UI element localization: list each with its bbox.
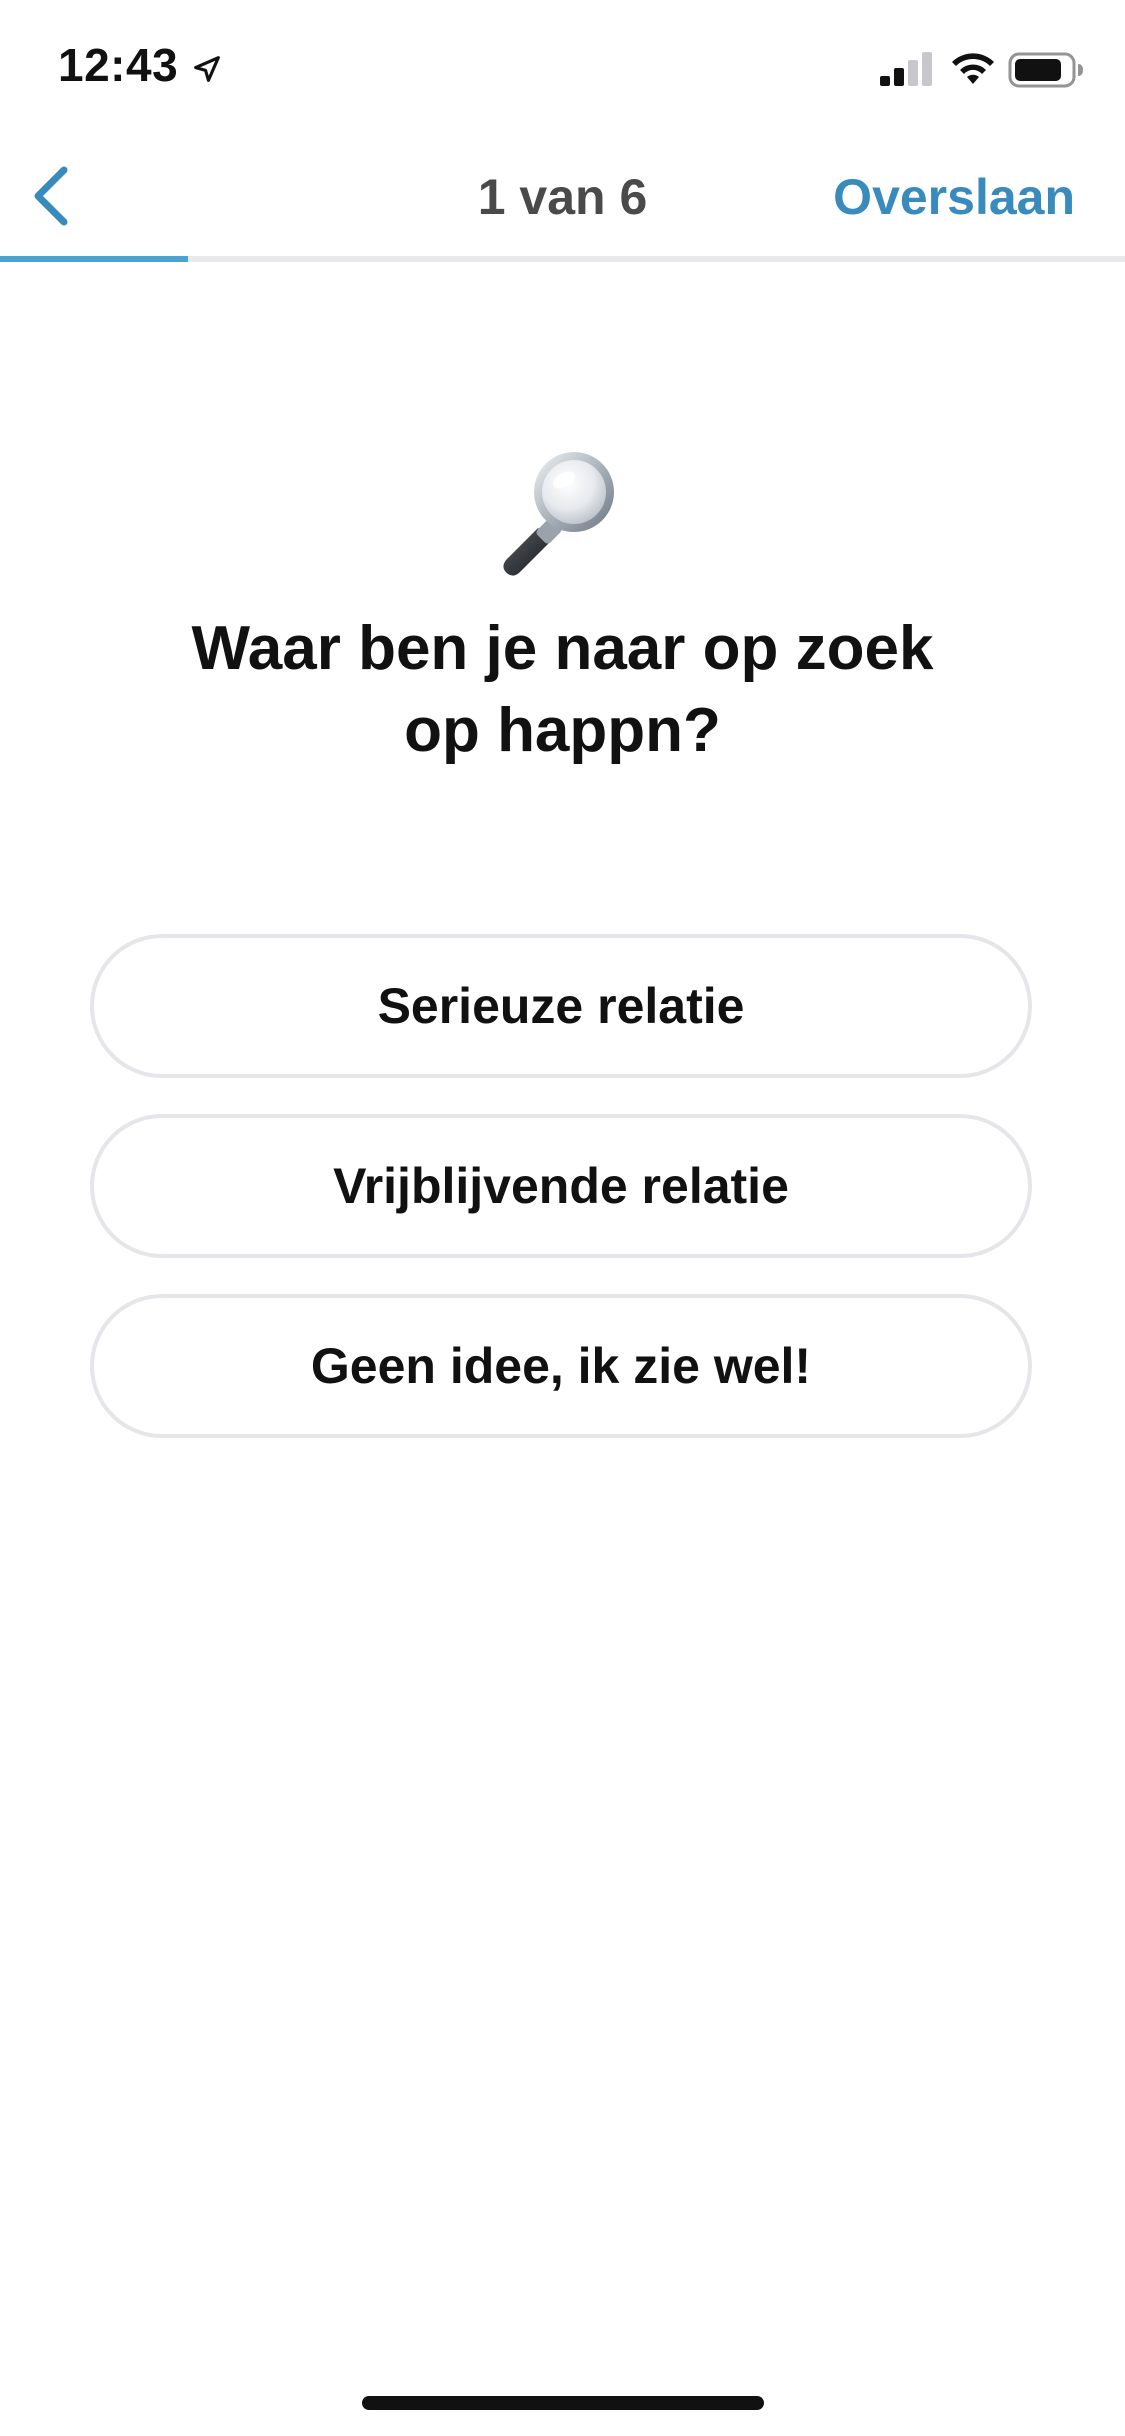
battery-icon xyxy=(1008,52,1083,88)
progress-bar xyxy=(0,256,1125,262)
option-no-idea[interactable]: Geen idee, ik zie wel! xyxy=(90,1294,1032,1438)
question-line-1: Waar ben je naar op zoek xyxy=(191,614,934,683)
status-bar: 12:43 xyxy=(0,0,1125,132)
back-button[interactable] xyxy=(14,160,86,232)
question-heading: Waar ben je naar op zoek op happn? xyxy=(120,608,1005,772)
skip-button[interactable]: Overslaan xyxy=(833,168,1075,226)
option-casual-relationship[interactable]: Vrijblijvende relatie xyxy=(90,1114,1032,1258)
wifi-icon xyxy=(952,53,994,84)
nav-bar: 1 van 6 Overslaan xyxy=(0,132,1125,258)
status-time: 12:43 xyxy=(58,39,179,91)
location-arrow-icon xyxy=(194,56,220,82)
magnifying-glass-icon xyxy=(503,452,614,576)
home-indicator xyxy=(362,2396,764,2410)
chevron-left-icon xyxy=(34,166,68,226)
cellular-signal-icon xyxy=(880,52,932,86)
question-line-2: op happn? xyxy=(404,696,721,765)
option-serious-relationship[interactable]: Serieuze relatie xyxy=(90,934,1032,1078)
progress-fill xyxy=(0,256,188,262)
